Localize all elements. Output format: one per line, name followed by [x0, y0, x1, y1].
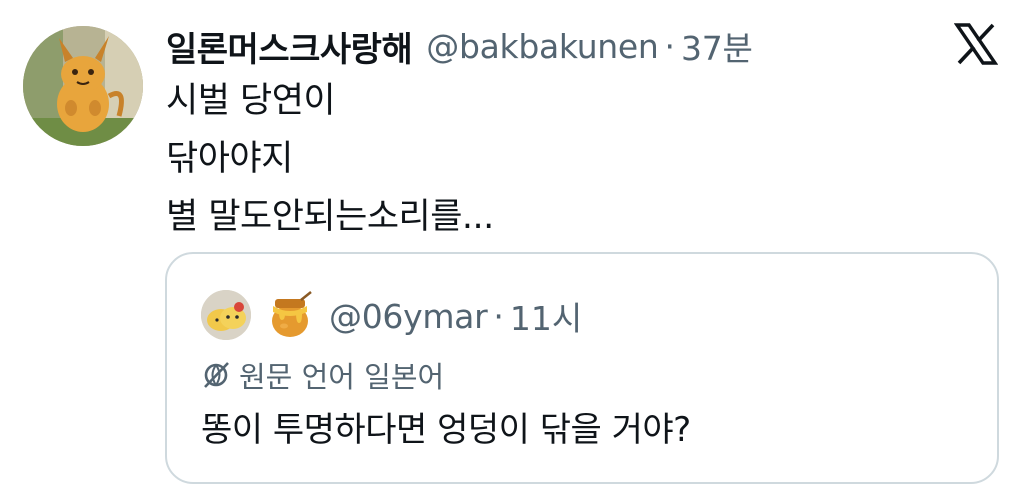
- tweet-line: 시벌 당연이: [166, 81, 336, 121]
- no-globe-icon: [201, 360, 231, 390]
- tweet-header: 일론머스크사랑해 @bakbakunen · 37분: [166, 20, 753, 72]
- translation-notice[interactable]: 원문 언어 일본어: [201, 355, 444, 395]
- tweet-line: 별 말도안되는소리를...: [166, 197, 494, 237]
- header-separator: ·: [664, 26, 676, 66]
- author-handle[interactable]: @bakbakunen: [426, 27, 659, 66]
- quoted-tweet-card[interactable]: @06ymar · 11시 원문 언어 일본어 똥이 투명하다면 엉덩이 닦을 …: [165, 252, 999, 484]
- tweet-line: 닦아야지: [166, 139, 293, 179]
- quoted-tweet-header: @06ymar · 11시: [329, 290, 582, 342]
- quoted-author-handle[interactable]: @06ymar: [329, 297, 488, 336]
- x-logo-icon[interactable]: [954, 22, 998, 66]
- tweet-body: 시벌 당연이 닦아야지 별 말도안되는소리를...: [166, 72, 494, 246]
- author-avatar-image: [23, 26, 143, 146]
- quoted-tweet-body: 똥이 투명하다면 엉덩이 닦을 거야?: [201, 410, 691, 450]
- translation-notice-text: 원문 언어 일본어: [239, 360, 445, 394]
- quoted-header-separator: ·: [493, 296, 504, 336]
- quoted-author-avatar[interactable]: [201, 290, 251, 340]
- author-display-name[interactable]: 일론머스크사랑해: [166, 22, 413, 71]
- quoted-tweet-timestamp[interactable]: 11시: [510, 292, 582, 340]
- author-avatar[interactable]: [23, 26, 143, 146]
- honey-pot-icon: [265, 290, 315, 340]
- tweet-timestamp[interactable]: 37분: [681, 22, 753, 70]
